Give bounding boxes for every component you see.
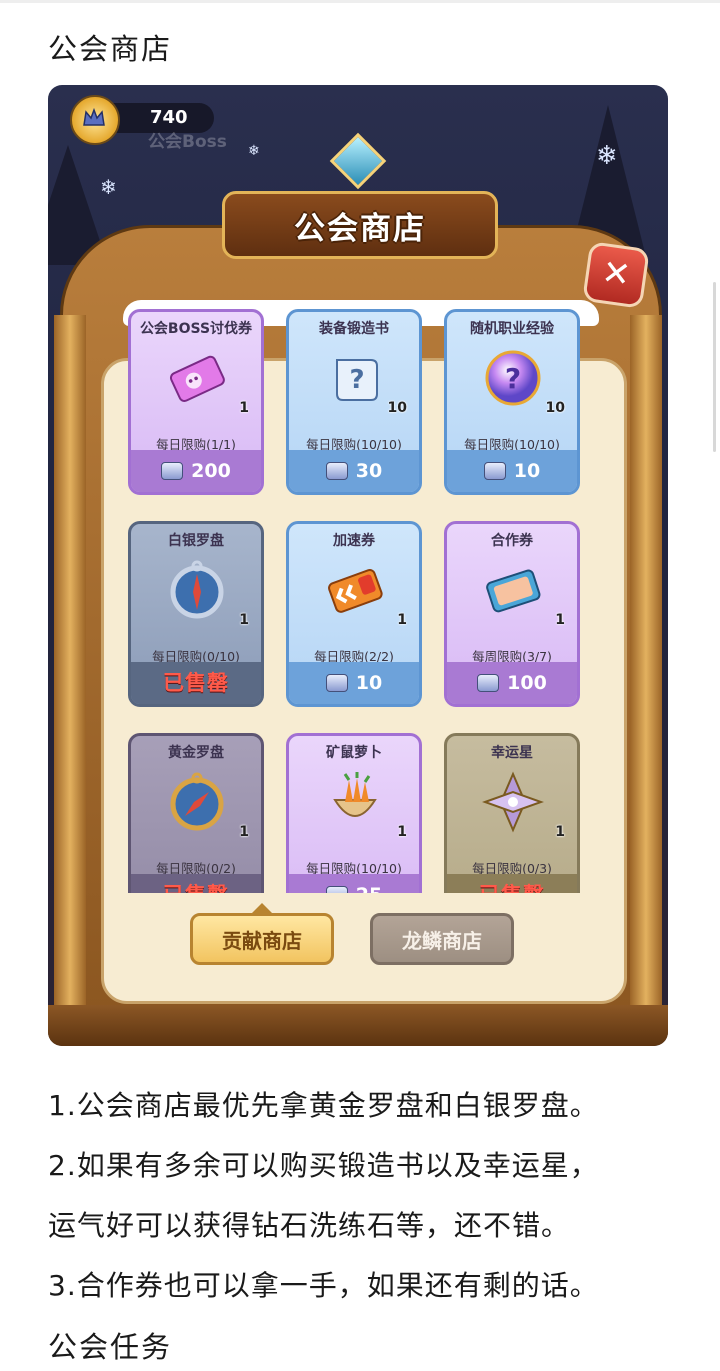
- shop-item-card[interactable]: 装备锻造书 ? 10 每日限购(10/10) 30: [286, 309, 422, 495]
- guild-coin-icon: [483, 462, 506, 480]
- item-quantity: 10: [387, 400, 407, 416]
- speed-ticket-icon: [328, 569, 383, 613]
- shop-item-card[interactable]: 幸运星 1 每日限购(0/3) 已售罄: [444, 733, 580, 893]
- item-quantity: 1: [555, 612, 565, 628]
- lucky-star-icon: [482, 771, 544, 833]
- shop-item-card[interactable]: 合作券 1 每周限购(3/7) 100: [444, 521, 580, 707]
- item-name: 矿鼠萝卜: [326, 745, 382, 761]
- item-name: 装备锻造书: [319, 321, 389, 337]
- shop-item-card[interactable]: 公会BOSS讨伐券 1 每日限购(1/1) 200: [128, 309, 264, 495]
- item-quantity: 1: [397, 824, 407, 840]
- price-button[interactable]: 200: [131, 450, 261, 492]
- price-value: 10: [355, 672, 383, 694]
- carrot-sack-icon: [333, 772, 377, 817]
- shop-item-card[interactable]: 加速券 1 每日限购(2/2) 10: [286, 521, 422, 707]
- frame-base: [48, 1005, 668, 1046]
- article-paragraph: 2.如果有多余可以购买锻造书以及幸运星，: [48, 1149, 599, 1182]
- price-value: 200: [191, 460, 231, 482]
- close-button[interactable]: ✕: [582, 241, 650, 309]
- guild-coin-icon: [477, 674, 500, 692]
- item-name: 合作券: [491, 533, 533, 549]
- guild-coin-icon: [161, 462, 184, 480]
- sold-out-label: 已售罄: [131, 874, 261, 893]
- item-quantity: 10: [545, 400, 565, 416]
- shop-tabs: 贡献商店 龙鳞商店: [48, 903, 668, 993]
- background-label: 公会Boss: [148, 132, 227, 152]
- guild-coin-icon: [325, 674, 348, 692]
- shop-item-grid[interactable]: 公会BOSS讨伐券 1 每日限购(1/1) 200 装备锻造书 ? 10 每日限…: [128, 309, 588, 893]
- item-quantity: 1: [397, 612, 407, 628]
- tab-contribution-shop[interactable]: 贡献商店: [190, 913, 334, 965]
- item-quantity: 1: [239, 824, 249, 840]
- price-value: 30: [355, 460, 383, 482]
- top-divider: [0, 0, 720, 3]
- silver-compass-icon: [170, 560, 224, 619]
- article-paragraph: 3.合作券也可以拿一手，如果还有剩的话。: [48, 1269, 599, 1302]
- snowflake-icon: ❄: [596, 141, 618, 171]
- snowflake-icon: ❄: [100, 175, 117, 199]
- item-name: 公会BOSS讨伐券: [139, 321, 253, 337]
- section-heading: 公会任务: [48, 1330, 173, 1364]
- item-quantity: 1: [239, 612, 249, 628]
- item-name: 白银罗盘: [168, 533, 224, 549]
- gold-compass-icon: [170, 772, 224, 831]
- active-tab-pointer: [252, 903, 272, 913]
- guild-coin-icon: [325, 462, 348, 480]
- scrollbar[interactable]: [713, 282, 716, 452]
- svg-text:?: ?: [505, 362, 521, 395]
- tab-dragon-scale-shop[interactable]: 龙鳞商店: [370, 913, 514, 965]
- article-paragraph: 运气好可以获得钻石洗练石等，还不错。: [48, 1209, 571, 1242]
- snowflake-icon: ❄: [248, 143, 260, 159]
- item-quantity: 1: [239, 400, 249, 416]
- close-icon: ✕: [599, 252, 634, 296]
- shop-title: 公会商店: [294, 211, 426, 247]
- svg-text:?: ?: [349, 365, 364, 395]
- shop-item-card[interactable]: 黄金罗盘 1 每日限购(0/2) 已售罄: [128, 733, 264, 893]
- guild-coin-icon: [325, 886, 348, 893]
- gem-ornament-icon: [329, 132, 387, 190]
- price-value: 100: [507, 672, 547, 694]
- coop-ticket-icon: [486, 569, 541, 613]
- item-name: 黄金罗盘: [168, 745, 224, 761]
- item-name: 加速券: [333, 533, 375, 549]
- price-button[interactable]: 10: [289, 662, 419, 704]
- game-screenshot: ❄ ❄ ❄ 740 公会Boss 公会商店 ✕ 公会BOSS讨伐券 1 每日限购…: [48, 85, 668, 1046]
- item-name: 随机职业经验: [470, 321, 554, 337]
- ticket-icon: [169, 355, 225, 402]
- price-button[interactable]: 30: [289, 450, 419, 492]
- shop-item-card[interactable]: 随机职业经验 ? 10 每日限购(10/10) 10: [444, 309, 580, 495]
- section-heading: 公会商店: [48, 32, 173, 66]
- price-value: 25: [356, 884, 382, 893]
- price-button[interactable]: 100: [447, 662, 577, 704]
- sold-out-label: 已售罄: [447, 874, 577, 893]
- price-button[interactable]: 25: [289, 874, 419, 893]
- scroll-icon: ?: [336, 359, 378, 401]
- sold-out-label: 已售罄: [131, 662, 261, 704]
- item-name: 幸运星: [491, 745, 533, 761]
- shop-title-plate: 公会商店: [222, 191, 498, 259]
- shop-item-card[interactable]: 矿鼠萝卜 1 每日限购(10/10) 25: [286, 733, 422, 893]
- currency-amount: 740: [150, 107, 188, 128]
- article-paragraph: 1.公会商店最优先拿黄金罗盘和白银罗盘。: [48, 1089, 599, 1122]
- guild-token-icon: [70, 95, 120, 145]
- item-quantity: 1: [555, 824, 565, 840]
- shop-item-card[interactable]: 白银罗盘 1 每日限购(0/10) 已售罄: [128, 521, 264, 707]
- mystery-orb-icon: ?: [485, 350, 541, 406]
- price-value: 10: [513, 460, 541, 482]
- price-button[interactable]: 10: [447, 450, 577, 492]
